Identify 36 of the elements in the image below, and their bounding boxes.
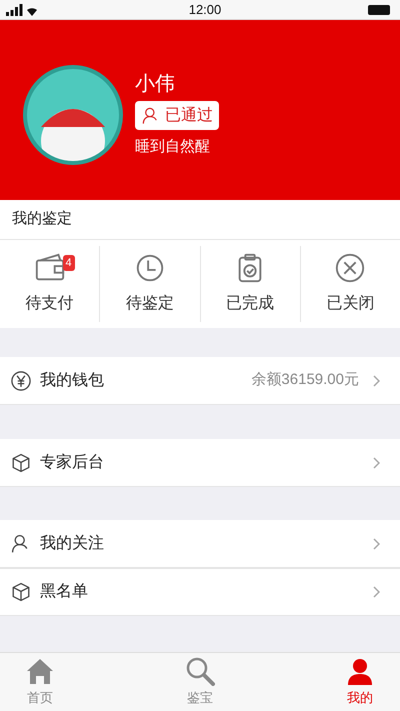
order-status-item[interactable]: 4 待支付: [0, 246, 100, 322]
count-badge: 4: [62, 255, 75, 271]
user-motto: 睡到自然醒: [135, 137, 210, 158]
chevron-icon: [373, 538, 380, 550]
order-status-label: 已关闭: [326, 294, 374, 314]
badge-label: 已通过: [165, 106, 213, 126]
person-icon: [345, 656, 375, 686]
close-icon: [334, 252, 366, 284]
menu-label: 专家后台: [40, 452, 105, 472]
order-status-item[interactable]: 已完成: [200, 246, 300, 322]
menu-row[interactable]: 我的钱包 余额36159.00元: [0, 357, 400, 405]
order-status-label: 已完成: [226, 294, 274, 314]
menu-label: 黑名单: [40, 582, 89, 602]
cube-icon: [10, 452, 32, 474]
menu-row[interactable]: 黑名单: [0, 568, 400, 616]
home-icon: [25, 656, 55, 686]
tab-item[interactable]: 我的: [334, 653, 386, 711]
menu-row[interactable]: 专家后台: [0, 439, 400, 487]
yuan-icon: [10, 370, 32, 392]
chevron-icon: [373, 456, 380, 468]
menu-label: 我的钱包: [40, 370, 105, 390]
search-icon: [185, 656, 215, 686]
order-status-label: 待鉴定: [126, 294, 174, 314]
battery-icon: [368, 4, 390, 14]
cube-icon: [10, 581, 32, 603]
chevron-icon: [373, 374, 380, 386]
order-status-label: 待支付: [26, 294, 74, 314]
chevron-icon: [373, 586, 380, 598]
order-status-item[interactable]: 已关闭: [300, 246, 400, 322]
order-status-item[interactable]: 待鉴定: [99, 246, 200, 322]
clock-time: 12:00: [188, 0, 222, 19]
section-title: 我的鉴定: [0, 200, 400, 240]
balance-text: 余额36159.00元: [251, 370, 359, 390]
menu-row[interactable]: 我的关注: [0, 520, 400, 568]
user-name: 小伟: [135, 72, 175, 98]
menu-label: 我的关注: [40, 534, 105, 554]
